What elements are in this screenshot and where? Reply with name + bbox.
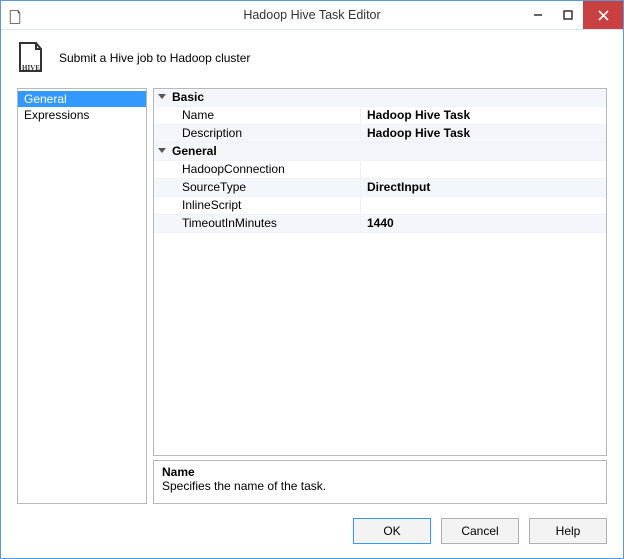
help-text: Specifies the name of the task. — [162, 479, 598, 493]
help-title: Name — [162, 465, 598, 479]
panes: General Expressions Basic Name — [17, 88, 607, 504]
titlebar: Hadoop Hive Task Editor — [1, 1, 623, 30]
nav-item-label: Expressions — [24, 108, 89, 122]
property-grid: Basic Name Hadoop Hive Task Description … — [153, 88, 607, 456]
prop-row-name[interactable]: Name Hadoop Hive Task — [154, 107, 606, 125]
cancel-button[interactable]: Cancel — [441, 518, 519, 544]
hive-icon: HIVE — [15, 40, 47, 74]
nav-item-label: General — [24, 92, 67, 106]
prop-row-sourcetype[interactable]: SourceType DirectInput — [154, 179, 606, 197]
svg-text:HIVE: HIVE — [22, 64, 40, 72]
prop-name: InlineScript — [180, 197, 360, 214]
prop-row-inlinescript[interactable]: InlineScript — [154, 197, 606, 215]
collapse-icon[interactable] — [154, 89, 170, 106]
prop-name: HadoopConnection — [180, 161, 360, 178]
help-button[interactable]: Help — [529, 518, 607, 544]
category-general[interactable]: General — [154, 143, 606, 161]
prop-name: Description — [180, 125, 360, 142]
button-label: OK — [383, 524, 400, 538]
prop-row-description[interactable]: Description Hadoop Hive Task — [154, 125, 606, 143]
nav-item-expressions[interactable]: Expressions — [18, 107, 146, 123]
close-button[interactable] — [583, 1, 623, 29]
help-panel: Name Specifies the name of the task. — [153, 460, 607, 504]
dialog-body: General Expressions Basic Name — [1, 88, 623, 558]
button-label: Help — [556, 524, 581, 538]
prop-value[interactable]: 1440 — [361, 215, 606, 232]
prop-name: TimeoutInMinutes — [180, 215, 360, 232]
window-controls — [523, 1, 623, 29]
dialog-window: Hadoop Hive Task Editor HIVE Submit a Hi… — [0, 0, 624, 559]
minimize-button[interactable] — [523, 1, 553, 29]
prop-row-timeoutinminutes[interactable]: TimeoutInMinutes 1440 — [154, 215, 606, 233]
prop-value[interactable]: Hadoop Hive Task — [361, 125, 606, 142]
prop-value[interactable] — [361, 197, 606, 214]
nav-list: General Expressions — [17, 88, 147, 504]
category-label: General — [170, 143, 606, 160]
app-icon — [7, 5, 27, 25]
prop-value[interactable] — [361, 161, 606, 178]
prop-value[interactable]: Hadoop Hive Task — [361, 107, 606, 124]
prop-name: Name — [180, 107, 360, 124]
dialog-buttons: OK Cancel Help — [17, 504, 607, 544]
maximize-button[interactable] — [553, 1, 583, 29]
category-label: Basic — [170, 89, 606, 106]
ok-button[interactable]: OK — [353, 518, 431, 544]
collapse-icon[interactable] — [154, 143, 170, 160]
prop-name: SourceType — [180, 179, 360, 196]
nav-item-general[interactable]: General — [18, 91, 146, 107]
dialog-description: Submit a Hive job to Hadoop cluster — [59, 49, 250, 65]
right-pane: Basic Name Hadoop Hive Task Description … — [153, 88, 607, 504]
button-label: Cancel — [461, 524, 498, 538]
category-basic[interactable]: Basic — [154, 89, 606, 107]
prop-row-hadoopconnection[interactable]: HadoopConnection — [154, 161, 606, 179]
dialog-header: HIVE Submit a Hive job to Hadoop cluster — [1, 30, 623, 88]
prop-value[interactable]: DirectInput — [361, 179, 606, 196]
